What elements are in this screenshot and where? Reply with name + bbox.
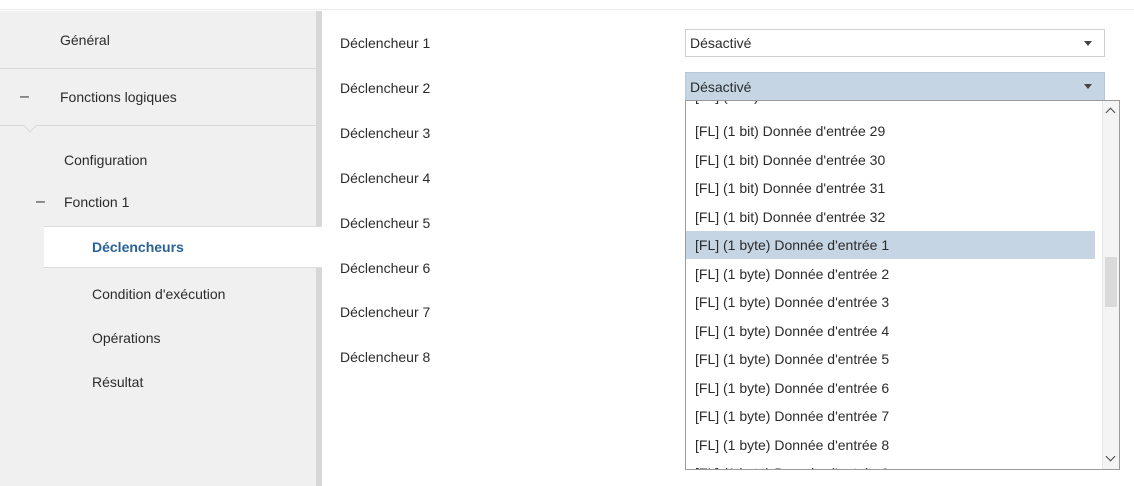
trigger-2-select-value: Désactivé xyxy=(690,79,752,95)
trigger-2-select[interactable]: Désactivé xyxy=(685,72,1105,102)
trigger-3-label: Déclencheur 3 xyxy=(340,125,431,141)
list-item[interactable]: [FL] (1 byte) Donnée d'entrée 7 xyxy=(686,402,1095,430)
sidebar-item-label: Fonction 1 xyxy=(64,194,130,210)
list-item[interactable]: [FL] (1 bit) Donnée d'entrée 29 xyxy=(686,117,1095,145)
trigger-4-label: Déclencheur 4 xyxy=(340,170,431,186)
sidebar-item-label: Opérations xyxy=(92,330,161,346)
scroll-down-button[interactable] xyxy=(1103,449,1119,469)
trigger-1-label: Déclencheur 1 xyxy=(340,35,431,51)
list-item[interactable]: [FL] (1 byte) Donnée d'entrée 3 xyxy=(686,288,1095,316)
list-item[interactable]: [FL] (1 bit) Donnée d'entrée 28 xyxy=(686,101,1095,110)
list-item[interactable]: [FL] (1 bit) Donnée d'entrée 30 xyxy=(686,146,1095,174)
list-item[interactable]: [FL] (1 bit) Donnée d'entrée 31 xyxy=(686,174,1095,202)
collapse-icon[interactable]: – xyxy=(20,69,29,125)
pointer-notch-icon xyxy=(22,125,38,133)
chevron-up-icon xyxy=(1105,107,1116,118)
list-item-selected[interactable]: [FL] (1 byte) Donnée d'entrée 1 xyxy=(686,231,1095,259)
sidebar-item-label: Configuration xyxy=(64,152,148,168)
trigger-1-select[interactable]: Désactivé xyxy=(685,29,1105,57)
trigger-7-label: Déclencheur 7 xyxy=(340,304,431,320)
chevron-down-icon xyxy=(1105,451,1116,462)
scroll-up-button[interactable] xyxy=(1103,101,1119,121)
list-item[interactable]: [FL] (1 bit) Donnée d'entrée 32 xyxy=(686,203,1095,231)
scrollbar-thumb[interactable] xyxy=(1105,257,1117,307)
sidebar-item-fonctions-logiques[interactable]: – Fonctions logiques xyxy=(0,69,316,125)
sidebar-item-general[interactable]: Général xyxy=(0,12,316,68)
sidebar-item-label: Général xyxy=(60,32,110,48)
dropdown-arrow-icon xyxy=(1084,84,1092,89)
list-item[interactable]: [FL] (1 byte) Donnée d'entrée 4 xyxy=(686,317,1095,345)
sidebar-item-declencheurs[interactable]: Déclencheurs xyxy=(44,226,322,268)
top-border xyxy=(0,0,1134,10)
sidebar-item-label: Résultat xyxy=(92,374,144,390)
trigger-8-label: Déclencheur 8 xyxy=(340,349,431,365)
dropdown-scrollbar[interactable] xyxy=(1102,101,1119,469)
list-item[interactable]: [FL] (1 byte) Donnée d'entrée 2 xyxy=(686,260,1095,288)
collapse-icon[interactable]: – xyxy=(36,182,45,222)
sidebar-item-label: Condition d'exécution xyxy=(92,286,226,302)
dropdown-arrow-icon xyxy=(1084,41,1092,46)
trigger-2-label: Déclencheur 2 xyxy=(340,80,431,96)
list-item[interactable]: [FL] (1 byte) Donnée d'entrée 8 xyxy=(686,431,1095,459)
list-item[interactable]: [FL] (1 byte) Donnée d'entrée 9 xyxy=(686,459,1095,469)
trigger-2-dropdown-list[interactable]: [FL] (1 bit) Donnée d'entrée 28 [FL] (1 … xyxy=(685,100,1120,470)
trigger-6-label: Déclencheur 6 xyxy=(340,260,431,276)
divider xyxy=(0,125,316,126)
sidebar-item-label: Fonctions logiques xyxy=(60,89,177,105)
list-item[interactable]: [FL] (1 byte) Donnée d'entrée 5 xyxy=(686,345,1095,373)
list-item[interactable]: [FL] (1 byte) Donnée d'entrée 6 xyxy=(686,374,1095,402)
trigger-1-select-value: Désactivé xyxy=(690,35,752,51)
trigger-5-label: Déclencheur 5 xyxy=(340,215,431,231)
sidebar-item-label: Déclencheurs xyxy=(92,239,184,255)
